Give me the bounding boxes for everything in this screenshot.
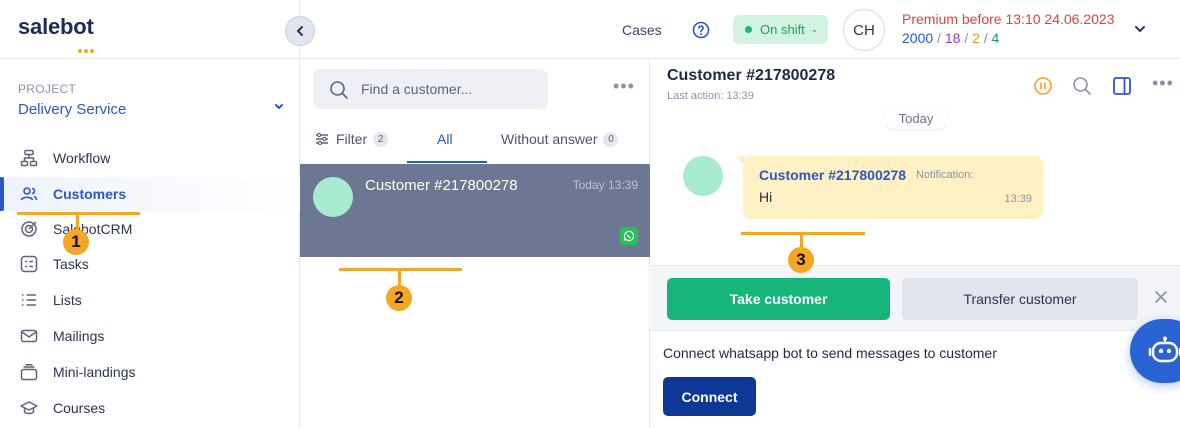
user-avatar[interactable]: CH [843, 9, 885, 51]
customer-time: Today 13:39 [572, 178, 638, 192]
shift-status-dropdown[interactable]: On shift ⌄ [733, 15, 828, 44]
sidebar-item-lists[interactable]: Lists [0, 283, 300, 317]
search-icon [330, 81, 348, 99]
chevron-down-icon: ⌄ [810, 24, 819, 34]
sidebar-item-salebotcrm[interactable]: SalebotCRM [0, 212, 300, 246]
message-kind: Notification: [916, 169, 974, 181]
workflow-icon [20, 149, 38, 167]
sidebar-item-label: Lists [53, 292, 82, 308]
connect-button[interactable]: Connect [663, 377, 756, 416]
collapse-sidebar-button[interactable] [285, 16, 315, 46]
side-panel-icon[interactable] [1112, 76, 1132, 96]
chat-panel: Customer #217800278 Last action: 13:39 •… [651, 59, 1180, 428]
message-text: Hi [759, 189, 773, 205]
transfer-customer-button[interactable]: Transfer customer [902, 278, 1138, 320]
tab-label: Filter [336, 131, 368, 147]
sidebar-item-label: Courses [53, 400, 106, 416]
tab-without-answer[interactable]: Without answer 0 [501, 131, 619, 147]
project-selector[interactable]: Delivery Service [18, 101, 126, 118]
customer-list-panel: Find a customer... ••• Filter 2 All With… [300, 59, 650, 428]
robot-icon [1148, 336, 1180, 363]
more-options-icon[interactable]: ••• [1152, 73, 1174, 94]
avatar [683, 156, 723, 196]
chevron-left-icon [296, 26, 303, 36]
mail-icon [20, 329, 38, 343]
sidebar-item-label: Tasks [53, 256, 89, 272]
sidebar-item-label: Workflow [53, 150, 111, 166]
annotation-badge: 1 [63, 229, 89, 255]
sidebar-item-label: Mailings [53, 328, 105, 344]
users-icon [20, 187, 38, 201]
tab-label: All [437, 131, 453, 147]
sidebar-item-tasks[interactable]: Tasks [0, 247, 300, 281]
avatar [313, 177, 353, 217]
message-time: 13:39 [1004, 193, 1032, 205]
annotation-line [800, 232, 803, 248]
count-badge: 2 [373, 131, 389, 147]
annotation-badge: 2 [386, 285, 412, 311]
tab-filter[interactable]: Filter 2 [315, 131, 389, 147]
target-icon [21, 221, 37, 237]
sidebar-item-workflow[interactable]: Workflow [0, 141, 300, 175]
search-placeholder: Find a customer... [361, 81, 473, 97]
limits-counters: 2000 / 18 / 2 / 4 [902, 30, 999, 46]
take-customer-button[interactable]: Take customer [667, 278, 890, 320]
customer-list-item[interactable]: Customer #217800278 Today 13:39 [300, 164, 650, 257]
limit-value: 2 [972, 30, 980, 46]
message-bubble: Customer #217800278 Notification: Hi 13:… [735, 156, 1043, 219]
graduation-cap-icon [20, 401, 38, 415]
last-action: Last action: 13:39 [667, 90, 754, 102]
last-action-label: Last action: [667, 90, 724, 102]
tab-label: Without answer [501, 131, 598, 147]
sliders-icon [316, 132, 328, 146]
premium-status: Premium before 13:10 24.06.2023 [902, 11, 1115, 27]
action-bar: Take customer Transfer customer [651, 265, 1180, 331]
day-divider: Today [884, 107, 948, 129]
logo-dots [78, 40, 98, 53]
search-icon[interactable] [1072, 76, 1092, 96]
customer-tabs: Filter 2 All Without answer 0 [300, 123, 650, 163]
tab-all[interactable]: All [407, 123, 487, 163]
customer-name: Customer #217800278 [365, 177, 518, 194]
layers-icon [20, 364, 38, 381]
limit-separator: / [937, 30, 941, 46]
limit-value: 18 [944, 30, 961, 46]
pause-icon[interactable] [1033, 76, 1053, 96]
sidebar-item-courses[interactable]: Courses [0, 391, 300, 425]
limit-value: 4 [991, 30, 1000, 46]
last-action-time: 13:39 [726, 90, 754, 102]
tasks-icon [20, 255, 38, 273]
help-icon[interactable] [692, 21, 710, 39]
more-options-icon[interactable]: ••• [613, 77, 635, 95]
sidebar-item-mailings[interactable]: Mailings [0, 319, 300, 353]
chat-title: Customer #217800278 [667, 67, 836, 84]
sidebar-divider [0, 58, 300, 59]
limit-separator: / [983, 30, 988, 46]
close-icon[interactable] [1153, 289, 1169, 305]
chevron-down-icon[interactable] [274, 103, 284, 111]
sidebar-item-customers[interactable]: Customers [0, 177, 300, 211]
sidebar-item-label: Mini-landings [53, 364, 136, 380]
project-label: PROJECT [18, 82, 77, 96]
list-icon [22, 294, 36, 306]
status-dot [745, 26, 752, 33]
whatsapp-icon [620, 227, 638, 245]
search-input[interactable]: Find a customer... [313, 69, 548, 109]
annotation-line [741, 232, 865, 235]
annotation-badge: 3 [788, 247, 814, 273]
limit-separator: / [964, 30, 969, 46]
shift-status-label: On shift [760, 22, 805, 37]
connect-hint: Connect whatsapp bot to send messages to… [663, 345, 997, 361]
salebot-logo[interactable]: salebot [18, 14, 94, 40]
limit-value: 2000 [902, 30, 934, 46]
annotation-line [398, 268, 401, 286]
cases-link[interactable]: Cases [622, 22, 662, 38]
sidebar-item-label: Customers [53, 186, 127, 202]
sidebar-item-mini-landings[interactable]: Mini-landings [0, 355, 300, 389]
annotation-line [76, 212, 79, 230]
chevron-down-icon[interactable] [1134, 24, 1146, 34]
count-badge: 0 [603, 131, 619, 147]
message-sender: Customer #217800278 [759, 167, 907, 183]
